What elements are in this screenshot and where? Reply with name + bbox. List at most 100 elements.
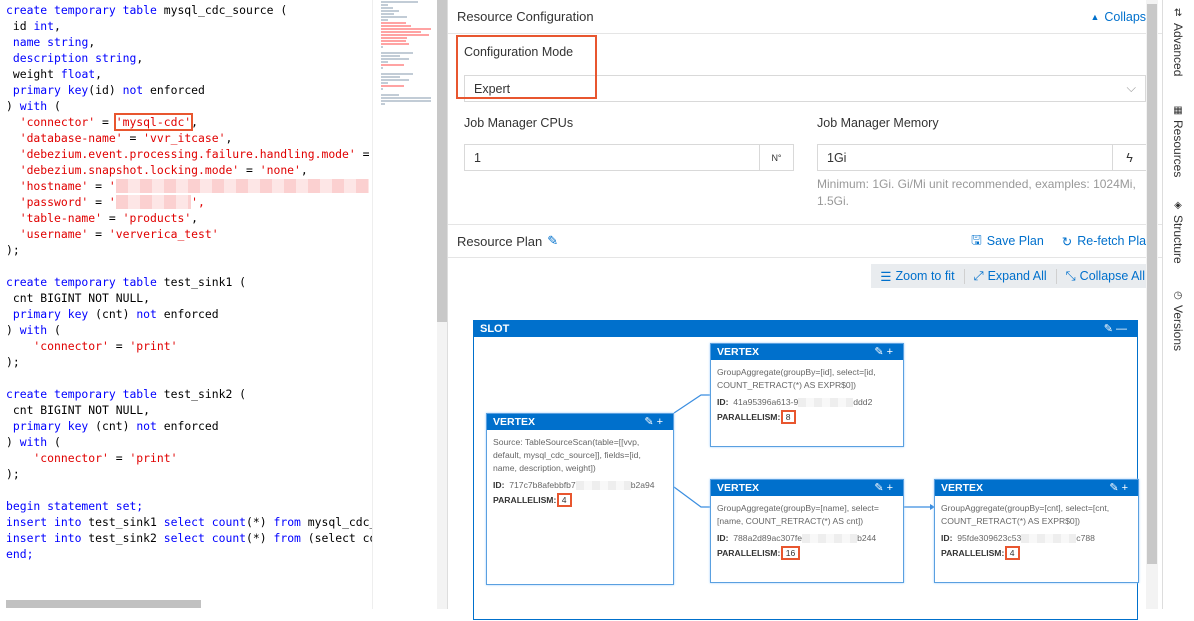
minimap-line	[381, 16, 408, 18]
plus-icon[interactable]: +	[657, 416, 666, 428]
structure-icon: ◈	[1174, 200, 1182, 211]
parallelism-value[interactable]: 16	[780, 546, 801, 560]
side-tab-label: Structure	[1171, 215, 1185, 264]
code-token: end;	[6, 547, 34, 561]
plus-icon[interactable]: +	[1122, 482, 1131, 494]
collapse-all-button[interactable]: ⤡ Collapse All	[1057, 269, 1154, 284]
code-token: mysql_cdc_sc	[307, 515, 372, 529]
code-line: create temporary table mysql_cdc_source …	[0, 2, 372, 18]
side-tab-advanced[interactable]: ⇅ Advanced	[1171, 8, 1185, 76]
code-token: ,	[54, 19, 61, 33]
resource-configuration-title: Resource Configuration	[457, 9, 594, 24]
code-token: create temporary table	[6, 387, 164, 401]
code-token: ,	[136, 51, 144, 65]
code-token: insert into	[6, 531, 89, 545]
parallelism-value[interactable]: 8	[780, 410, 796, 424]
expand-all-button[interactable]: ⤢ Expand All	[965, 268, 1057, 284]
code-token: =	[239, 163, 260, 177]
parallelism-value[interactable]: 4	[1004, 546, 1020, 560]
vertex-node[interactable]: VERTEX ✎+ GroupAggregate(groupBy=[id], se…	[710, 343, 904, 447]
vertex-node[interactable]: VERTEX ✎+ Source: TableSourceScan(table=[…	[486, 413, 674, 585]
plus-icon[interactable]: +	[887, 346, 896, 358]
side-tab-label: Versions	[1171, 305, 1185, 352]
code-token: );	[6, 355, 20, 369]
code-line: create temporary table test_sink1 (	[0, 274, 372, 290]
code-token: ,	[191, 115, 199, 129]
code-token: description	[6, 51, 96, 65]
save-plan-button[interactable]: 🖫 Save Plan	[971, 231, 1044, 252]
edit-icon[interactable]: ✎	[874, 346, 886, 358]
vertex-node[interactable]: VERTEX ✎+ GroupAggregate(groupBy=[cnt], s…	[934, 479, 1139, 583]
edit-icon[interactable]: ✎	[644, 416, 656, 428]
code-token: ,	[95, 67, 103, 81]
plus-icon[interactable]: +	[887, 482, 896, 494]
code-line: 'hostname' = 'xxxxxxxxxxxxxxxxxxxxxxxxxx…	[0, 178, 372, 194]
minimap-line	[381, 7, 393, 9]
minimap-line	[381, 13, 394, 15]
parallelism-value[interactable]: 4	[556, 493, 572, 507]
collapse-button[interactable]: ▲ Collapse	[1090, 10, 1153, 24]
editor-horizontal-scrollbar[interactable]	[6, 600, 201, 608]
minimap-line	[381, 46, 383, 48]
edit-icon[interactable]: ✎	[547, 233, 558, 249]
vertex-id-start: 95fde309623c53	[957, 533, 1022, 543]
refetch-plan-button[interactable]: ↻ Re-fetch Plan	[1062, 231, 1153, 252]
code-token: create temporary table	[6, 3, 164, 17]
resource-plan: Resource Plan ✎ 🖫 Save Plan ↻ Re-fetch Plan…	[448, 224, 1162, 620]
minimap-line	[381, 88, 383, 90]
minimap-line	[381, 34, 429, 36]
code-token: '	[108, 195, 116, 209]
vertex-id-end: ddd2	[853, 397, 873, 407]
parallelism-label: PARALLELISM:	[717, 548, 781, 558]
zoom-to-fit-button[interactable]: ☰ Zoom to fit	[871, 268, 965, 284]
parallelism-label: PARALLELISM:	[941, 548, 1005, 558]
memory-input[interactable]: 1Gi ϟ	[817, 144, 1147, 171]
code-token: cnt BIGINT NOT NULL,	[6, 291, 151, 305]
edit-icon[interactable]: ✎	[874, 482, 886, 494]
cpu-unit-button[interactable]: N°	[759, 145, 793, 170]
expand-icon: ⤢	[973, 268, 984, 283]
code-line: insert into test_sink1 select count(*) f…	[0, 514, 372, 530]
side-tab-versions[interactable]: ◷ Versions	[1171, 290, 1185, 351]
editor-vertical-scrollbar[interactable]	[437, 0, 447, 322]
code-token: mysql_cdc_source (	[163, 3, 288, 17]
lightning-icon[interactable]: ϟ	[1112, 145, 1146, 170]
edit-icon[interactable]: ✎	[1109, 482, 1121, 494]
minimap-line	[381, 31, 421, 33]
code-token: xxxxxxxxxxxxxxxxxxxxxxxxxxxxxxxxxxxxx	[115, 179, 370, 193]
code-line: 'connector' = 'mysql-cdc',	[0, 113, 372, 131]
vertex-title: VERTEX	[941, 482, 984, 494]
sql-editor[interactable]: create temporary table mysql_cdc_source …	[0, 0, 372, 609]
side-tab-resources[interactable]: ▦ Resources	[1171, 105, 1185, 177]
code-token: =	[88, 195, 109, 209]
code-line: 'debezium.event.processing.failure.handl…	[0, 146, 372, 162]
parallelism-label: PARALLELISM:	[717, 412, 781, 422]
code-token: 'hostname'	[6, 179, 89, 193]
code-token: test_sink1 (	[163, 275, 247, 289]
code-token: )	[6, 323, 20, 337]
code-token: '	[108, 179, 116, 193]
plan-toolbar: ☰ Zoom to fit ⤢ Expand All ⤡ Collapse All	[871, 264, 1154, 288]
code-token: not	[122, 83, 144, 97]
panel-scrollbar[interactable]	[1146, 0, 1158, 609]
code-line: );	[0, 242, 372, 258]
vertex-node[interactable]: VERTEX ✎+ GroupAggregate(groupBy=[name], …	[710, 479, 904, 583]
minimap-line	[381, 100, 431, 102]
code-token: )	[6, 435, 20, 449]
minimap-line	[381, 97, 431, 99]
code-token: 'debezium.snapshot.locking.mode'	[6, 163, 240, 177]
side-tab-structure[interactable]: ◈ Structure	[1171, 200, 1185, 264]
memory-value: 1Gi	[827, 150, 847, 165]
editor-minimap[interactable]	[372, 0, 438, 609]
memory-label: Job Manager Memory	[817, 116, 939, 130]
id-label: ID:	[941, 533, 953, 543]
cpu-input[interactable]: 1 N°	[464, 144, 794, 171]
code-token: count	[211, 531, 247, 545]
vertex-description: GroupAggregate(groupBy=[id], select=[id,…	[717, 367, 876, 390]
slot-box: SLOT ✎— VERTEX ✎+ Source: TableSourceScan(…	[473, 320, 1139, 620]
code-token: 'database-name'	[6, 131, 123, 145]
code-line: name string,	[0, 34, 372, 50]
code-token: 'vvr_itcase'	[143, 131, 226, 145]
